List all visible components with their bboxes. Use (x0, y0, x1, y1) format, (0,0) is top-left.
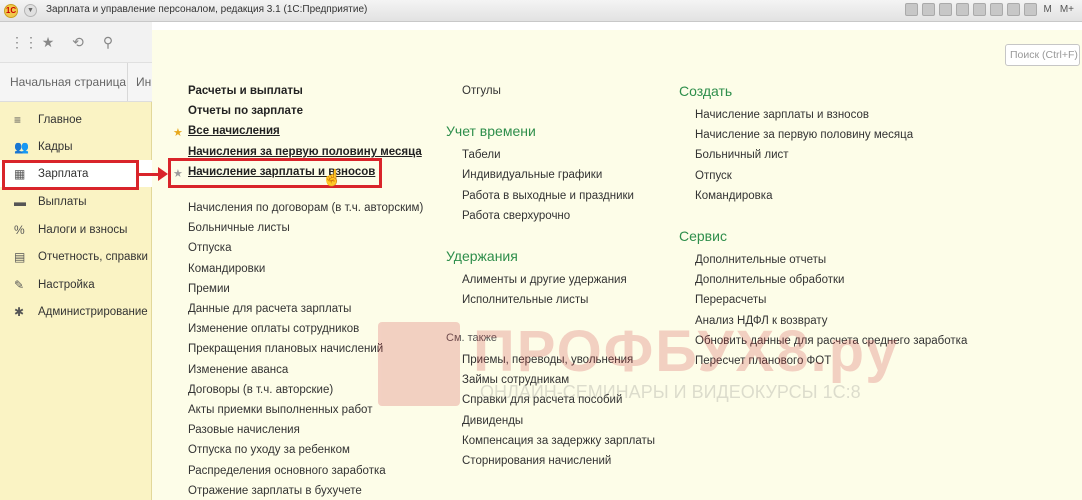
history-icon[interactable] (990, 3, 1004, 16)
nav-link-bold[interactable]: Все начисления (188, 125, 280, 137)
reports-icon: ▤ (14, 249, 26, 264)
nav-link[interactable]: Отгулы (462, 85, 501, 97)
sidebar-item-label: Главное (38, 113, 82, 126)
service-link[interactable]: Анализ НДФЛ к возврату (695, 315, 828, 327)
nav-link-bold[interactable]: Расчеты и выплаты (188, 85, 303, 97)
nav-link[interactable]: Индивидуальные графики (462, 169, 602, 181)
tab-next[interactable]: Ин (136, 75, 151, 89)
nav-link[interactable]: Справки для расчета пособий (462, 394, 622, 406)
sidebar-item-label: Кадры (38, 140, 73, 153)
service-link[interactable]: Пересчет планового ФОТ (695, 355, 831, 367)
service-link[interactable]: Обновить данные для расчета среднего зар… (695, 335, 967, 347)
service-link[interactable]: Перерасчеты (695, 294, 766, 306)
sidebar-item-4[interactable]: % Налоги и взносы (0, 216, 152, 243)
open-tabs: Начальная страница Ин (0, 62, 152, 102)
create-link[interactable]: Начисление зарплаты и взносов (695, 109, 869, 121)
nav-link[interactable]: Прекращения плановых начислений (188, 343, 383, 355)
wrench-icon: ✎ (14, 277, 25, 292)
create-link[interactable]: Начисление за первую половину месяца (695, 129, 913, 141)
nav-link[interactable]: Отпуска (188, 242, 232, 254)
section-heading-deductions: Удержания (446, 248, 518, 264)
nav-link[interactable]: Отпуска по уходу за ребенком (188, 444, 350, 456)
nav-link-bold[interactable]: Отчеты по зарплате (188, 105, 303, 117)
sidebar-item-label: Отчетность, справки (38, 250, 148, 263)
nav-link[interactable]: Исполнительные листы (462, 294, 588, 306)
sidebar-item-1[interactable]: 👥 Кадры (0, 133, 152, 160)
sidebar-item-label: Настройка (38, 278, 95, 291)
nav-link[interactable]: Начисления по договорам (в т.ч. авторски… (188, 202, 423, 214)
nav-link[interactable]: Больничные листы (188, 222, 290, 234)
title-bar: 1С ▼ Зарплата и управление персоналом, р… (0, 0, 1082, 22)
favorite-star-icon[interactable]: ★ (173, 126, 183, 139)
sidebar-item-5[interactable]: ▤ Отчетность, справки (0, 243, 152, 270)
payments-icon: ▬ (14, 194, 26, 209)
apps-grid-icon[interactable]: ⋮⋮ (10, 34, 38, 50)
section-heading-create: Создать (679, 83, 733, 99)
people-icon: 👥 (14, 139, 29, 154)
nav-link-bold[interactable]: Начисления за первую половину месяца (188, 146, 422, 158)
sidebar-item-label: Администрирование (38, 305, 148, 318)
nav-link[interactable]: Работа сверхурочно (462, 210, 570, 222)
create-link[interactable]: Командировка (695, 190, 772, 202)
nav-link[interactable]: Акты приемки выполненных работ (188, 404, 372, 416)
memory-button[interactable]: M (1041, 4, 1053, 15)
highlight-frame-sidebar (2, 160, 139, 190)
see-also-label: См. также (446, 332, 497, 344)
nav-link[interactable]: Работа в выходные и праздники (462, 190, 634, 202)
window-title: Зарплата и управление персоналом, редакц… (46, 4, 368, 15)
create-link[interactable]: Отпуск (695, 170, 732, 182)
link-icon[interactable] (956, 3, 970, 16)
nav-link[interactable]: Алименты и другие удержания (462, 274, 627, 286)
percent-icon: % (14, 222, 25, 237)
nav-link[interactable]: Табели (462, 149, 501, 161)
calculator-icon[interactable] (1024, 3, 1038, 16)
nav-link[interactable]: Распределения основного заработка (188, 465, 386, 477)
title-bar-tools: M M+ (905, 3, 1076, 16)
search-icon[interactable]: ⚲ (100, 34, 116, 50)
mouse-cursor-icon: ☝ (322, 170, 342, 187)
menu-dropdown-icon[interactable]: ▼ (24, 4, 37, 17)
nav-link[interactable]: Премии (188, 283, 230, 295)
gear-icon: ✱ (14, 304, 25, 319)
save-icon[interactable] (905, 3, 919, 16)
nav-link[interactable]: Дивиденды (462, 415, 523, 427)
nav-link[interactable]: Изменение оплаты сотрудников (188, 323, 359, 335)
nav-link[interactable]: Отражение зарплаты в бухучете (188, 485, 362, 497)
create-link[interactable]: Больничный лист (695, 149, 789, 161)
nav-link[interactable]: Разовые начисления (188, 424, 300, 436)
nav-link[interactable]: Договоры (в т.ч. авторские) (188, 384, 333, 396)
nav-link[interactable]: Сторнирования начислений (462, 455, 611, 467)
highlight-frame-link (168, 158, 382, 188)
sidebar-item-0[interactable]: ≡ Главное (0, 106, 152, 133)
tab-home-page[interactable]: Начальная страница (0, 63, 128, 101)
top-toolbar: ⋮⋮ ★ ⟲ ⚲ (0, 22, 152, 62)
app-logo-icon[interactable]: 1С (4, 4, 18, 18)
sidebar-item-label: Выплаты (38, 195, 87, 208)
memory-plus-button[interactable]: M+ (1058, 4, 1076, 15)
section-heading-time: Учет времени (446, 123, 536, 139)
preview-icon[interactable] (939, 3, 953, 16)
star-icon[interactable]: ★ (40, 34, 56, 50)
section-heading-service: Сервис (679, 228, 727, 244)
nav-link[interactable]: Приемы, переводы, увольнения (462, 354, 633, 366)
nav-link[interactable]: Данные для расчета зарплаты (188, 303, 351, 315)
sidebar-item-6[interactable]: ✎ Настройка (0, 271, 152, 298)
calendar-icon[interactable] (1007, 3, 1021, 16)
nav-link[interactable]: Займы сотрудникам (462, 374, 569, 386)
nav-link[interactable]: Командировки (188, 263, 265, 275)
print-icon[interactable] (922, 3, 936, 16)
sidebar-item-label: Налоги и взносы (38, 223, 128, 236)
service-link[interactable]: Дополнительные обработки (695, 274, 844, 286)
nav-link[interactable]: Изменение аванса (188, 364, 288, 376)
service-link[interactable]: Дополнительные отчеты (695, 254, 826, 266)
history-icon[interactable]: ⟲ (70, 34, 86, 50)
pointer-arrow-head (158, 167, 168, 181)
sidebar-item-3[interactable]: ▬ Выплаты (0, 188, 152, 215)
search-input[interactable]: Поиск (Ctrl+F) (1005, 44, 1080, 66)
favorite-icon[interactable] (973, 3, 987, 16)
list-icon: ≡ (14, 112, 22, 127)
nav-link[interactable]: Компенсация за задержку зарплаты (462, 435, 655, 447)
sidebar-item-7[interactable]: ✱ Администрирование (0, 298, 152, 325)
